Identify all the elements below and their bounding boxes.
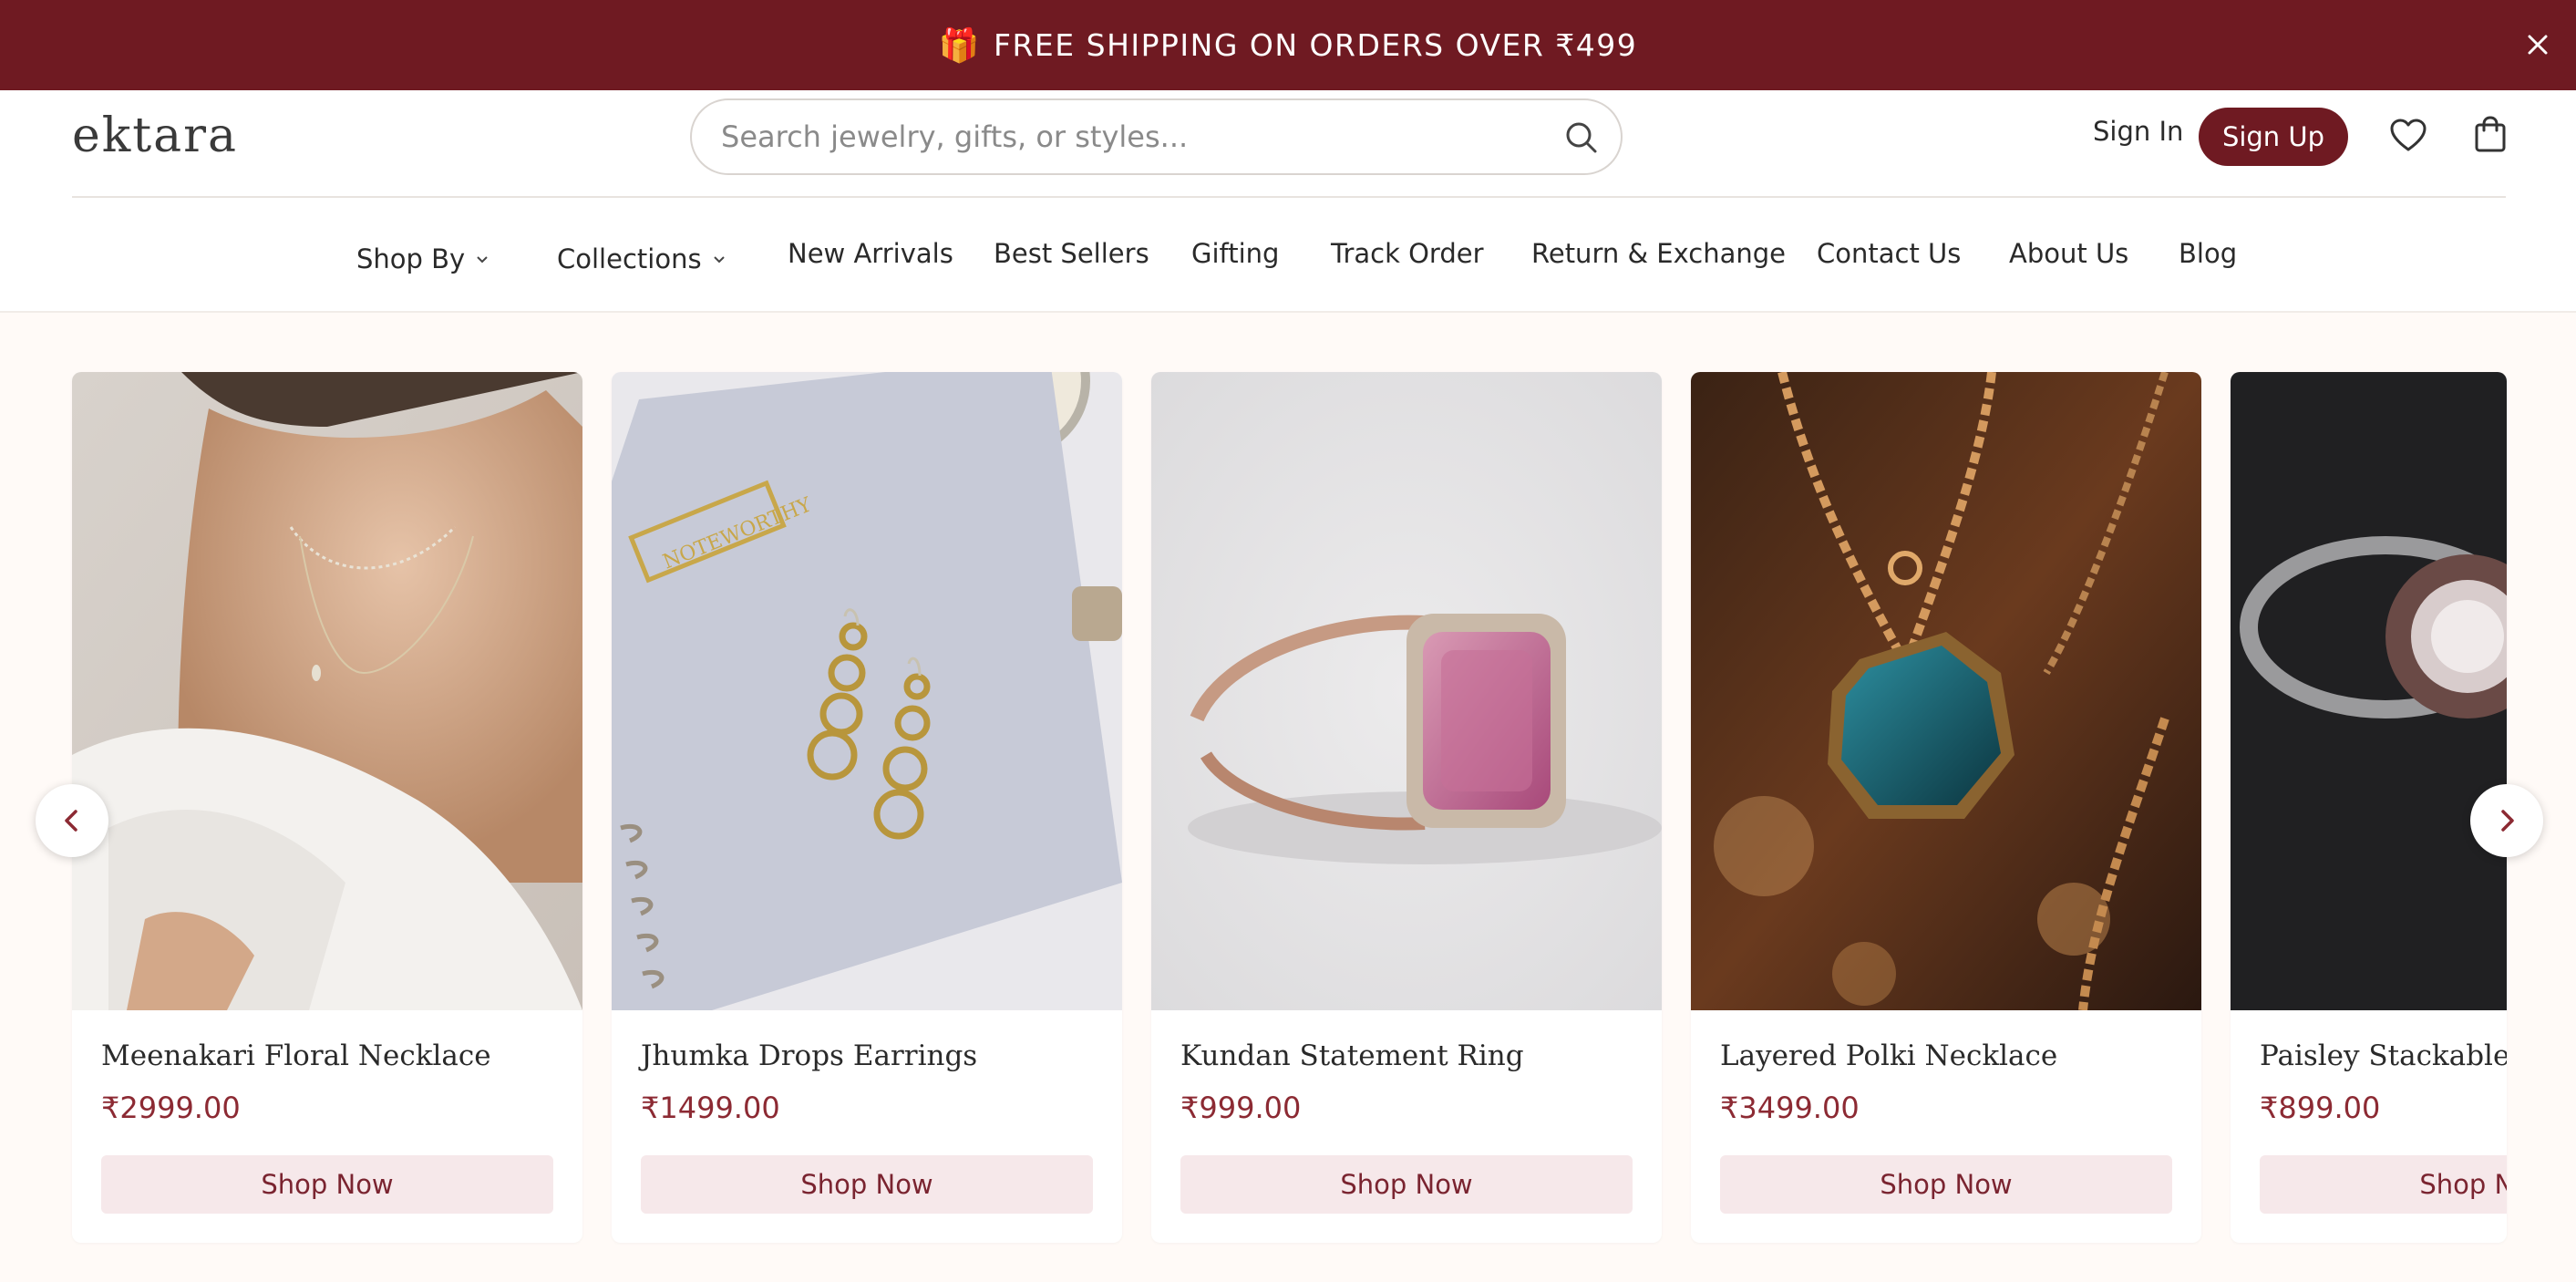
product-card[interactable]: Meenakari Floral Necklace ₹2999.00 Shop … xyxy=(72,372,582,1243)
carousel-next-button[interactable] xyxy=(2470,784,2543,857)
close-icon[interactable] xyxy=(2519,26,2556,63)
product-price: ₹899.00 xyxy=(2260,1091,2381,1125)
search-icon[interactable] xyxy=(1562,119,1601,157)
main-nav: Shop By Collections New Arrivals Best Se… xyxy=(0,196,2576,311)
search-input[interactable] xyxy=(721,113,1523,160)
product-title[interactable]: Meenakari Floral Necklace xyxy=(101,1039,491,1072)
product-image[interactable] xyxy=(1691,372,2201,1010)
product-title[interactable]: Kundan Statement Ring xyxy=(1180,1039,1524,1072)
product-card[interactable]: Kundan Statement Ring ₹999.00 Shop Now xyxy=(1151,372,1662,1243)
chevron-right-icon xyxy=(2501,810,2514,832)
site-header: ektara Sign In Sign Up Shop By Collectio… xyxy=(0,90,2576,313)
nav-return-exchange[interactable]: Return & Exchange xyxy=(1531,196,1786,311)
sign-up-button[interactable]: Sign Up xyxy=(2199,108,2348,166)
product-title[interactable]: Paisley Stackable Ring xyxy=(2260,1039,2507,1072)
nav-shop-by[interactable]: Shop By xyxy=(356,202,490,316)
product-image[interactable]: NOTEWORTHY xyxy=(612,372,1122,1010)
chevron-down-icon xyxy=(477,256,488,264)
nav-collections[interactable]: Collections xyxy=(557,202,727,316)
product-image[interactable] xyxy=(1151,372,1662,1010)
gift-icon: 🎁 xyxy=(938,26,982,65)
product-title[interactable]: Jhumka Drops Earrings xyxy=(641,1039,977,1072)
nav-best-sellers[interactable]: Best Sellers xyxy=(994,196,1149,311)
shop-now-button[interactable]: Shop Now xyxy=(641,1155,1093,1214)
shop-now-button[interactable]: Shop Now xyxy=(1720,1155,2172,1214)
nav-about-us[interactable]: About Us xyxy=(2009,196,2128,311)
product-title[interactable]: Layered Polki Necklace xyxy=(1720,1039,2057,1072)
chevron-down-icon xyxy=(713,256,725,264)
product-price: ₹999.00 xyxy=(1180,1091,1302,1125)
heart-icon[interactable] xyxy=(2388,116,2428,156)
chevron-left-icon xyxy=(65,810,77,832)
product-card[interactable]: NOTEWORTHY Jhumka Drops Earrings ₹1499.0… xyxy=(612,372,1122,1243)
search-bar[interactable] xyxy=(690,98,1623,175)
product-image[interactable] xyxy=(2231,372,2507,1010)
product-card[interactable]: Paisley Stackable Ring ₹899.00 Shop Now xyxy=(2231,372,2507,1243)
nav-label: Shop By xyxy=(356,243,466,274)
product-card[interactable]: Layered Polki Necklace ₹3499.00 Shop Now xyxy=(1691,372,2201,1243)
sign-in-link[interactable]: Sign In xyxy=(2093,116,2183,147)
nav-label: Collections xyxy=(557,243,702,274)
product-image[interactable] xyxy=(72,372,582,1010)
shop-now-button[interactable]: Shop Now xyxy=(2260,1155,2507,1214)
product-price: ₹2999.00 xyxy=(101,1091,241,1125)
product-price: ₹1499.00 xyxy=(641,1091,780,1125)
promo-banner: 🎁 FREE SHIPPING ON ORDERS OVER ₹499 xyxy=(0,0,2576,90)
product-price: ₹3499.00 xyxy=(1720,1091,1860,1125)
shop-now-button[interactable]: Shop Now xyxy=(101,1155,553,1214)
promo-message: 🎁 FREE SHIPPING ON ORDERS OVER ₹499 xyxy=(939,26,1638,65)
nav-contact-us[interactable]: Contact Us xyxy=(1817,196,1961,311)
carousel-prev-button[interactable] xyxy=(36,784,108,857)
promo-text: FREE SHIPPING ON ORDERS OVER ₹499 xyxy=(994,27,1638,63)
nav-blog[interactable]: Blog xyxy=(2179,196,2237,311)
logo[interactable]: ektara xyxy=(72,109,238,163)
nav-new-arrivals[interactable]: New Arrivals xyxy=(788,196,953,311)
nav-gifting[interactable]: Gifting xyxy=(1191,196,1279,311)
shopping-bag-icon[interactable] xyxy=(2470,114,2510,154)
nav-track-order[interactable]: Track Order xyxy=(1331,196,1484,311)
shop-now-button[interactable]: Shop Now xyxy=(1180,1155,1633,1214)
